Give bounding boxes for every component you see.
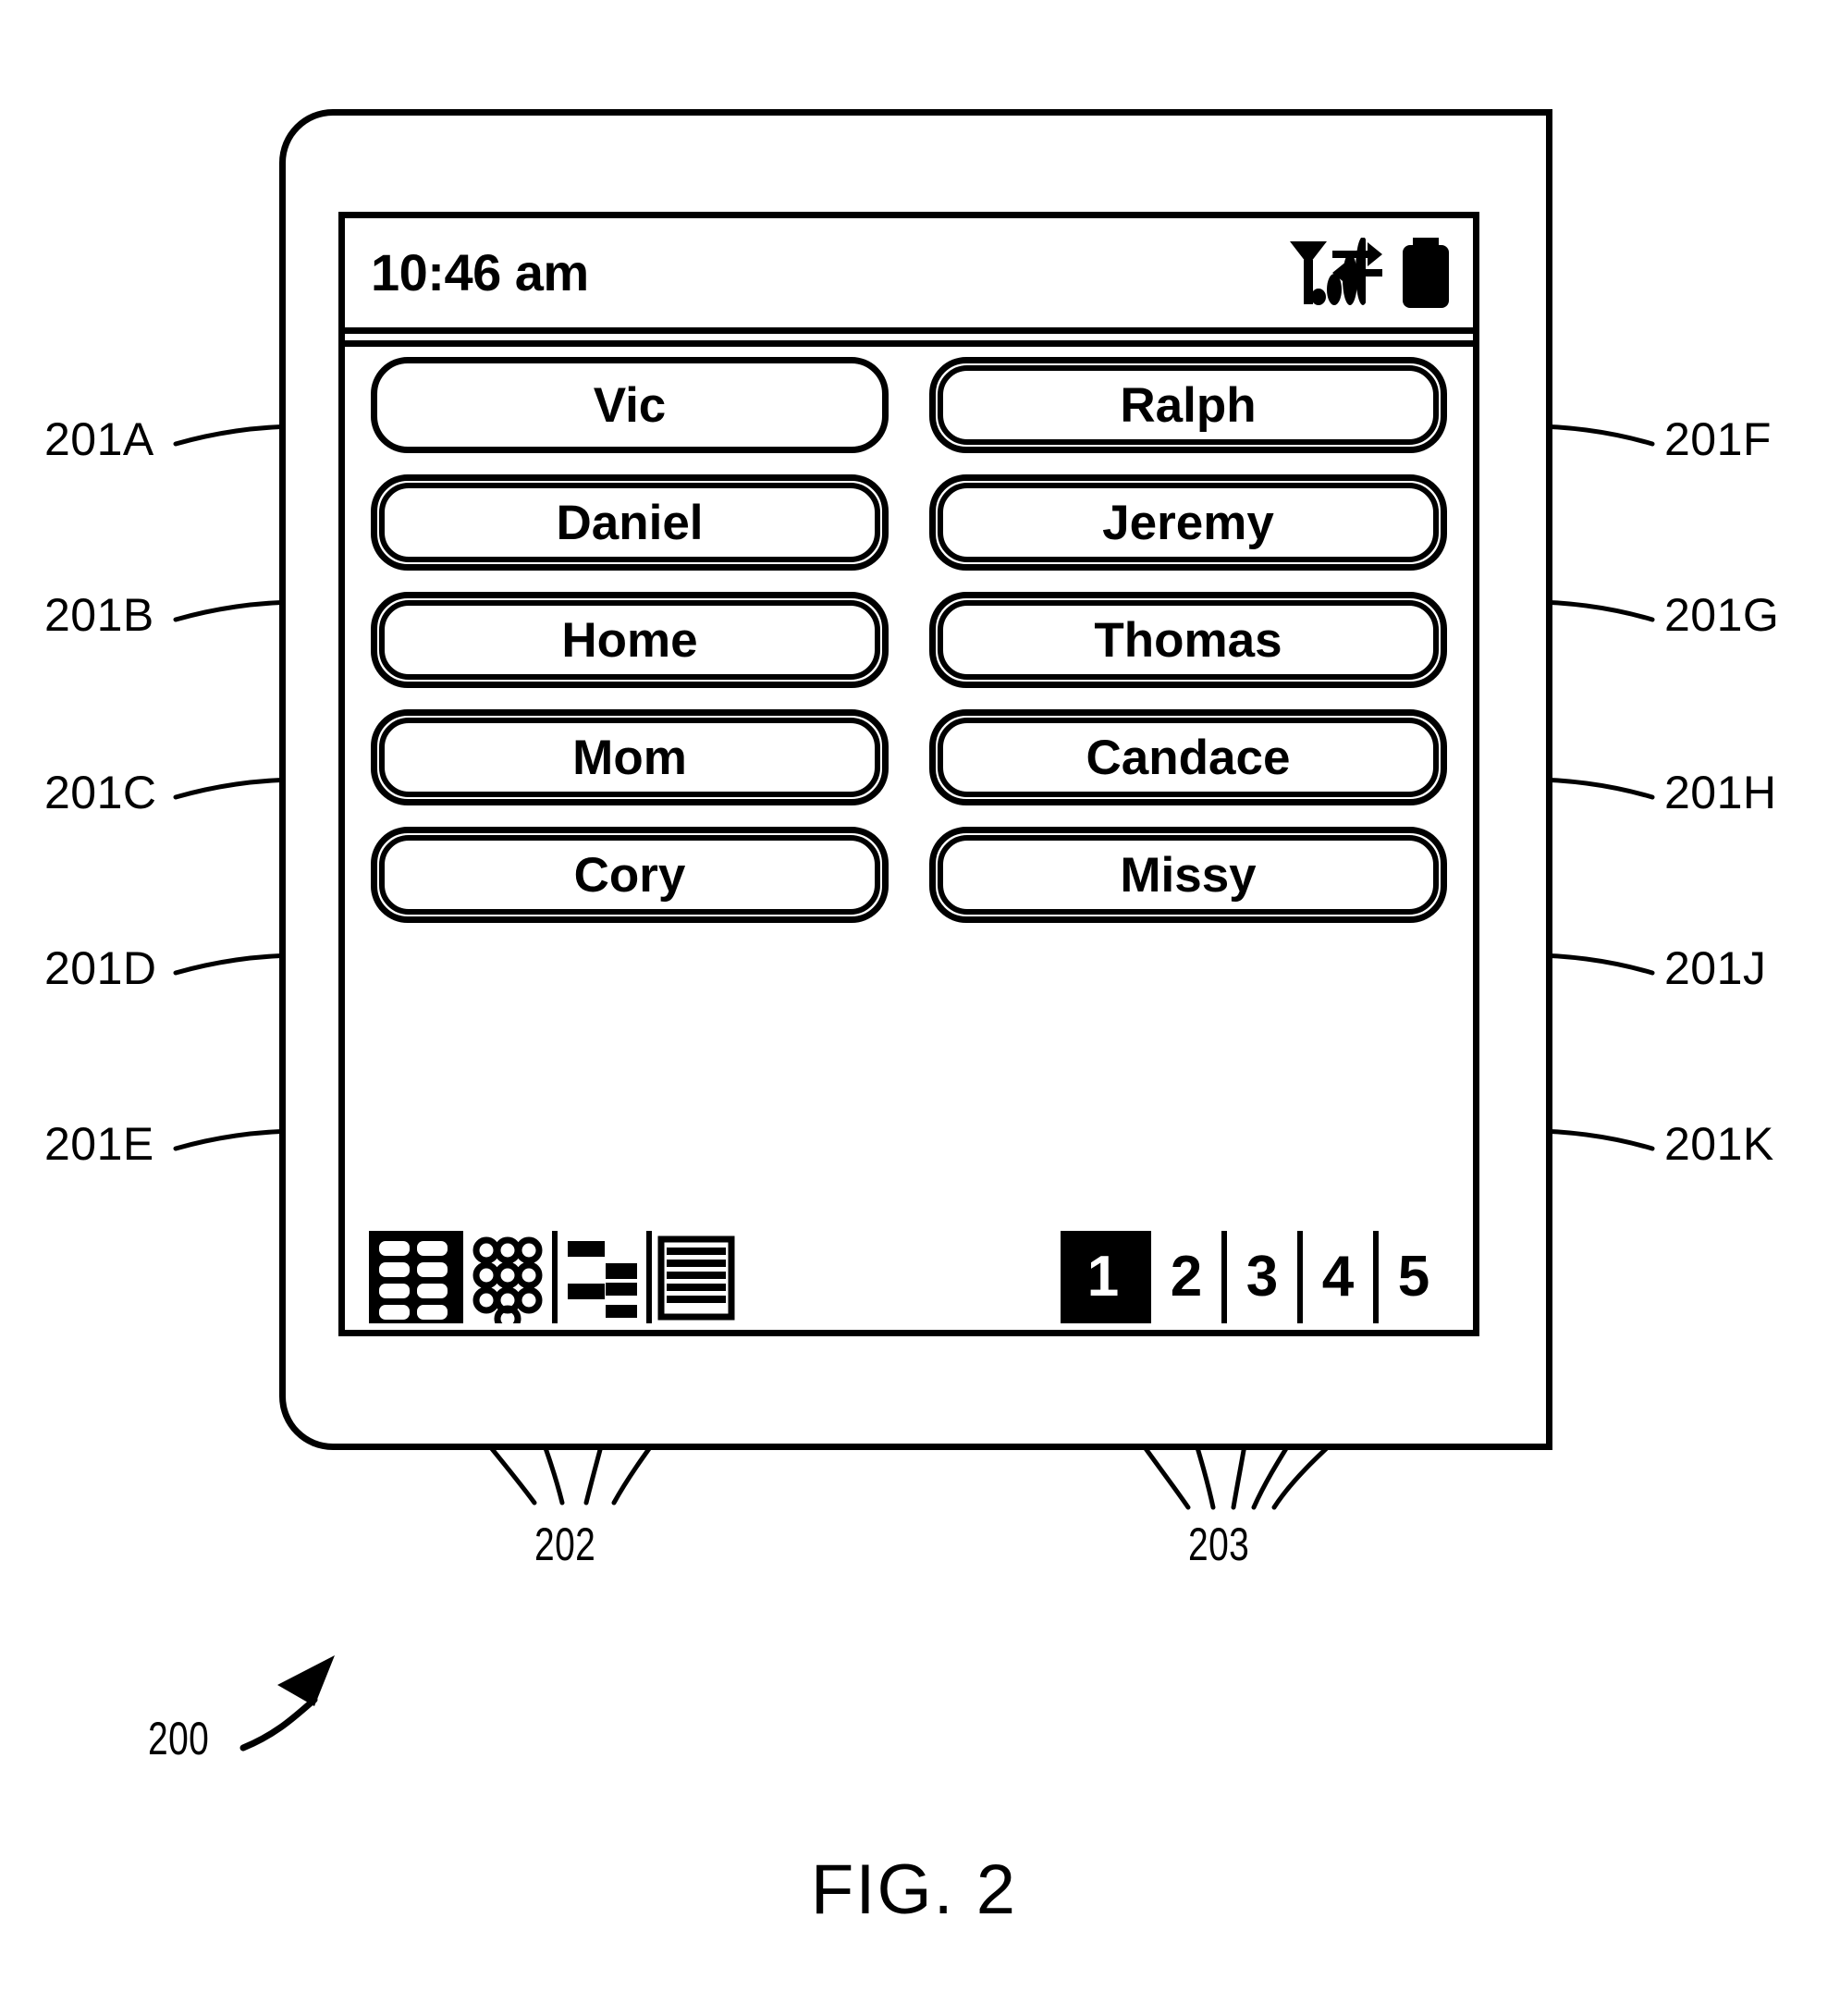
speed-dial-button-201d[interactable]: Mom [371,709,889,805]
speed-dial-label: Daniel [556,495,704,550]
speed-dial-label: Cory [573,847,686,903]
speed-dial-button-201b[interactable]: Daniel [371,474,889,571]
speed-dial-grid: Vic Ralph Daniel Jeremy Home Thomas Mom … [345,357,1473,923]
speed-dial-label: Ralph [1120,377,1257,433]
speed-dial-label: Missy [1120,847,1257,903]
page-button-4[interactable]: 4 [1303,1231,1373,1323]
speed-dial-button-201a[interactable]: Vic [371,357,889,453]
speed-dial-label: Mom [572,730,687,785]
page-button-2[interactable]: 2 [1151,1231,1221,1323]
contacts-icon [558,1231,646,1323]
data-transfer-icon [1332,242,1382,284]
callout-200: 200 [148,1713,210,1764]
clock-time: 10:46 am [371,243,589,301]
callout-201k: 201K [1664,1118,1774,1170]
callout-201g: 201G [1664,589,1780,641]
speed-dial-label: Thomas [1094,612,1282,668]
page-button-3[interactable]: 3 [1227,1231,1297,1323]
page-button-1[interactable]: 1 [1061,1231,1146,1323]
callout-203: 203 [1188,1518,1250,1570]
callout-201d: 201D [44,942,157,994]
battery-icon [1403,238,1449,308]
device-screen: 10:46 am Vic Ralph Daniel Jeremy Home Th… [338,212,1479,1336]
arrow-head-200 [277,1655,335,1706]
leader-200 [239,1696,318,1752]
page-bar: 1 2 3 4 5 [1061,1231,1449,1323]
callout-201a: 201A [44,413,154,465]
speed-dial-grid-icon [369,1231,458,1323]
callout-202: 202 [534,1518,596,1570]
call-log-icon [652,1231,741,1323]
status-bar: 10:46 am [345,218,1473,327]
callout-201c: 201C [44,767,157,818]
callout-201f: 201F [1664,413,1772,465]
status-icon-group [1286,238,1449,308]
keypad-icon [463,1231,552,1333]
speed-dial-button-201f[interactable]: Ralph [929,357,1447,453]
speed-dial-button-201k[interactable]: Missy [929,827,1447,923]
patent-figure: 10:46 am Vic Ralph Daniel Jeremy Home Th… [0,0,1828,2016]
status-bar-divider [345,327,1473,347]
mode-button-contacts[interactable] [558,1231,646,1323]
mode-button-keypad[interactable] [463,1231,552,1333]
bottom-bar: 1 2 3 4 5 [345,1226,1473,1333]
speed-dial-label: Jeremy [1102,495,1274,550]
speed-dial-label: Home [561,612,698,668]
speed-dial-label: Vic [593,377,667,433]
speed-dial-label: Candace [1086,730,1291,785]
speed-dial-button-201c[interactable]: Home [371,592,889,688]
callout-201e: 201E [44,1118,154,1170]
page-button-5[interactable]: 5 [1379,1231,1449,1323]
speed-dial-button-201h[interactable]: Thomas [929,592,1447,688]
speed-dial-button-201e[interactable]: Cory [371,827,889,923]
figure-caption: FIG. 2 [810,1850,1018,1929]
speed-dial-button-201j[interactable]: Candace [929,709,1447,805]
callout-201b: 201B [44,589,154,641]
mode-button-speed-dial[interactable] [369,1231,458,1323]
mode-bar [369,1231,741,1333]
callout-201j: 201J [1664,942,1767,994]
speed-dial-button-201g[interactable]: Jeremy [929,474,1447,571]
callout-201h: 201H [1664,767,1777,818]
mode-button-call-log[interactable] [652,1231,741,1323]
